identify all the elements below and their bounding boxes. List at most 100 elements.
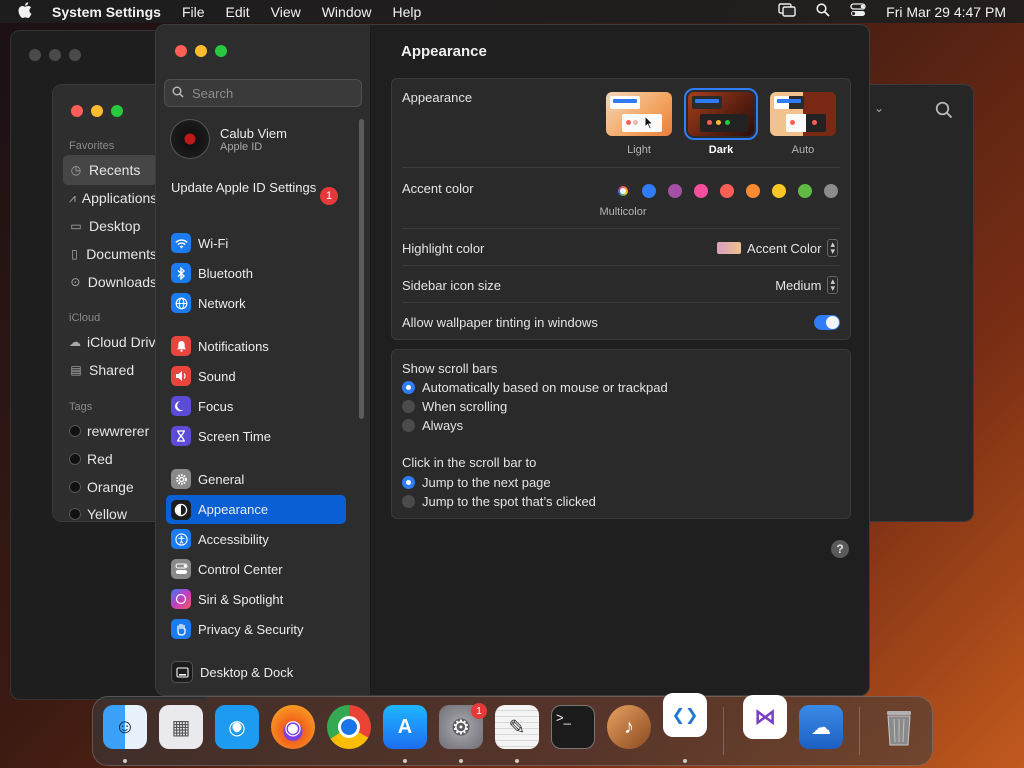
search-input[interactable] — [190, 84, 354, 102]
sidebar-item-screen-time[interactable]: Screen Time — [166, 422, 345, 450]
sidebar-item-label: Notifications — [198, 338, 269, 354]
chrome-icon[interactable] — [327, 705, 371, 749]
sidebar-item-network[interactable]: Network — [166, 289, 345, 317]
running-indicator — [515, 759, 519, 763]
avatar — [170, 119, 210, 159]
menu-window[interactable]: Window — [322, 4, 372, 20]
garageband-icon[interactable]: ♪ — [607, 705, 651, 749]
appearance-dark-option[interactable] — [684, 88, 758, 140]
accent-yellow-swatch[interactable] — [772, 184, 786, 198]
vscode-icon[interactable]: ❮❯ — [663, 693, 707, 737]
menu-app-name[interactable]: System Settings — [52, 4, 161, 20]
finder-item-documents[interactable]: ▯ Documents — [69, 246, 157, 262]
sidebar-item-wifi[interactable]: Wi-Fi — [166, 229, 345, 257]
sidebar-scrollbar[interactable] — [359, 119, 364, 419]
accent-green-swatch[interactable] — [798, 184, 812, 198]
launchpad-glyph: ▦ — [171, 716, 191, 739]
sidebar-item-privacy-security[interactable]: Privacy & Security — [166, 615, 345, 643]
sidebar-item-label: Screen Time — [198, 428, 271, 444]
accent-graphite-swatch[interactable] — [824, 184, 838, 198]
appearance-light-option[interactable] — [606, 92, 672, 136]
menu-edit[interactable]: Edit — [226, 4, 250, 20]
app-store-icon[interactable]: A — [383, 705, 427, 749]
minimize-button[interactable] — [195, 45, 207, 57]
sidebar-item-control-center[interactable]: Control Center — [166, 555, 345, 583]
menu-clock[interactable]: Fri Mar 29 4:47 PM — [886, 4, 1006, 20]
sidebar-item-label: Privacy & Security — [198, 621, 304, 637]
menu-help[interactable]: Help — [393, 4, 422, 20]
sidebar-item-focus[interactable]: Focus — [166, 392, 345, 420]
finder-tag-label: Red — [87, 451, 113, 467]
highlight-color-value: Accent Color — [747, 240, 822, 256]
finder-item-shared[interactable]: ▤ Shared — [69, 362, 157, 378]
radio-jump-to-spot[interactable]: Jump to the spot that’s clicked — [402, 494, 596, 509]
finder-tag-label: Yellow — [87, 507, 127, 521]
minimize-button[interactable] — [91, 105, 103, 117]
menu-file[interactable]: File — [182, 4, 205, 20]
apple-menu-icon[interactable] — [18, 2, 38, 21]
terminal-icon[interactable]: >_ — [551, 705, 595, 749]
finder-item-icloud-drive[interactable]: ☁ iCloud Drive — [69, 334, 157, 350]
sidebar-item-notifications[interactable]: Notifications — [166, 332, 345, 360]
apple-id-account[interactable]: Calub Viem Apple ID — [170, 119, 287, 159]
finder-item-downloads[interactable]: ⊙ Downloads — [69, 274, 157, 290]
sidebar-item-label: Accessibility — [198, 531, 269, 547]
appearance-auto-option[interactable] — [770, 92, 836, 136]
search-field[interactable] — [164, 79, 362, 107]
highlight-color-popup[interactable]: Accent Color ▴ ▾ — [717, 239, 838, 257]
accent-color-label: Accent color — [402, 181, 474, 196]
visual-studio-icon[interactable]: ⋈ — [743, 695, 787, 739]
firefox-icon[interactable]: ◉ — [271, 705, 315, 749]
sidebar-icon-size-popup[interactable]: Medium ▴ ▾ — [775, 276, 838, 294]
accent-orange-swatch[interactable] — [746, 184, 760, 198]
accent-red-swatch[interactable] — [720, 184, 734, 198]
control-center-icon[interactable] — [850, 3, 866, 20]
sidebar-item-sound[interactable]: Sound — [166, 362, 345, 390]
weather-icon[interactable]: ☁ — [799, 705, 843, 749]
radio-jump-next-page[interactable]: Jump to the next page — [402, 475, 551, 490]
sidebar-item-accessibility[interactable]: Accessibility — [166, 525, 345, 553]
help-button[interactable]: ? — [831, 540, 849, 558]
textedit-icon[interactable]: ✎ — [495, 705, 539, 749]
sidebar-item-bluetooth[interactable]: Bluetooth — [166, 259, 345, 287]
system-settings-window[interactable]: Calub Viem Apple ID Update Apple ID Sett… — [155, 24, 870, 696]
search-icon[interactable] — [935, 101, 953, 124]
sidebar-item-appearance[interactable]: Appearance — [166, 495, 346, 524]
accent-blue-swatch[interactable] — [642, 184, 656, 198]
chevron-down-icon[interactable]: ⌄ — [874, 101, 884, 115]
menu-view[interactable]: View — [271, 4, 301, 20]
close-button[interactable] — [71, 105, 83, 117]
accent-multicolor-swatch[interactable] — [616, 184, 630, 198]
radio-scroll-always[interactable]: Always — [402, 418, 463, 433]
sidebar-item-label: Bluetooth — [198, 265, 253, 281]
sidebar-item-general[interactable]: General — [166, 465, 345, 493]
launchpad-icon[interactable]: ▦ — [159, 705, 203, 749]
finder-icon[interactable]: ☺ — [103, 705, 147, 749]
trash-icon[interactable] — [877, 705, 921, 749]
zoom-button[interactable] — [111, 105, 123, 117]
tag-color-dot — [69, 425, 81, 437]
safari-icon[interactable]: ◎ — [215, 705, 259, 749]
accent-purple-swatch[interactable] — [668, 184, 682, 198]
appearance-mode-label: Appearance — [402, 90, 473, 105]
radio-scroll-automatic[interactable]: Automatically based on mouse or trackpad — [402, 380, 668, 395]
screen-mirroring-icon[interactable] — [778, 3, 796, 20]
close-button[interactable] — [175, 45, 187, 57]
sidebar-item-desktop-dock[interactable]: Desktop & Dock — [166, 658, 345, 686]
spotlight-search-icon[interactable] — [816, 3, 830, 20]
finder-item-applications[interactable]: ⩘ Applications — [69, 190, 157, 206]
wallpaper-tinting-toggle[interactable] — [814, 315, 840, 330]
divider — [402, 302, 840, 303]
zoom-button[interactable] — [215, 45, 227, 57]
radio-scroll-when-scrolling[interactable]: When scrolling — [402, 399, 507, 414]
wallpaper-tinting-label: Allow wallpaper tinting in windows — [402, 315, 598, 330]
finder-tag-red[interactable]: Red — [69, 451, 157, 467]
finder-tag-orange[interactable]: Orange — [69, 479, 157, 495]
sidebar-item-siri-spotlight[interactable]: Siri & Spotlight — [166, 585, 345, 613]
finder-item-desktop[interactable]: ▭ Desktop — [69, 218, 157, 234]
finder-tag-yellow[interactable]: Yellow — [69, 507, 157, 521]
finder-tag-rewwrerer[interactable]: rewwrerer — [69, 423, 157, 439]
finder-item-recents[interactable]: ◷ Recents — [69, 162, 157, 178]
accent-pink-swatch[interactable] — [694, 184, 708, 198]
speaker-icon — [171, 366, 191, 386]
